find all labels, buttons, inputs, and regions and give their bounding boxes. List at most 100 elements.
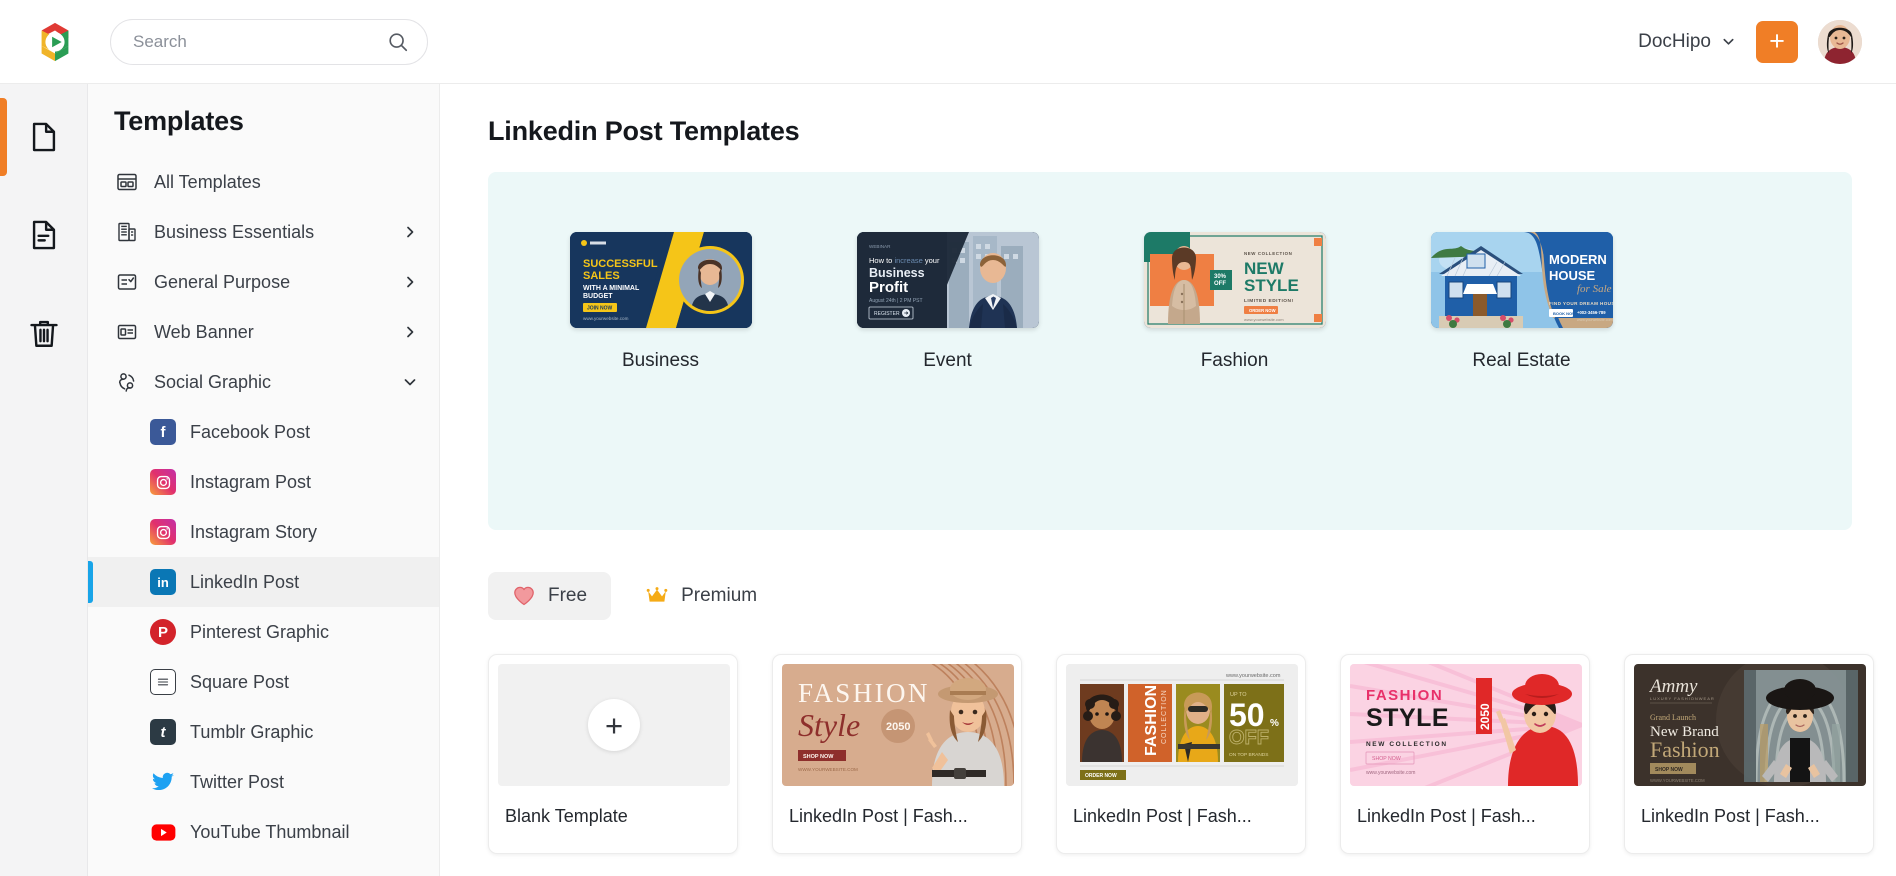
twitter-icon xyxy=(150,769,176,795)
category-thumbnail: MODERN HOUSE for Sale FIND YOUR DREAM HO… xyxy=(1430,232,1613,328)
search-box[interactable] xyxy=(110,18,428,65)
svg-text:www.yourwebsite.com: www.yourwebsite.com xyxy=(1225,673,1281,679)
svg-text:OFF: OFF xyxy=(1229,727,1269,749)
sidebar-item-label: Instagram Story xyxy=(190,521,318,542)
search-input[interactable] xyxy=(133,31,387,52)
category-card-fashion[interactable]: 30% OFF NEW COLLECTION NEW STYLE LIMITED… xyxy=(1102,232,1367,530)
create-new-button[interactable]: + xyxy=(1756,20,1798,63)
topbar-right-group: DocHipo + xyxy=(1638,19,1862,64)
icon-rail xyxy=(0,84,88,876)
svg-text:SHOP NOW: SHOP NOW xyxy=(1655,767,1683,773)
template-grid: + Blank Template FASHION Style 2050 SHOP… xyxy=(488,654,1874,854)
template-label: LinkedIn Post | Fash... xyxy=(789,806,968,826)
user-avatar[interactable] xyxy=(1818,19,1862,64)
pinterest-icon: P xyxy=(150,619,176,645)
sidebar-item-youtube-thumbnail[interactable]: YouTube Thumbnail xyxy=(88,807,439,857)
svg-text:LIMITED EDITION!: LIMITED EDITION! xyxy=(1244,298,1294,304)
sidebar-item-label: General Purpose xyxy=(154,271,291,292)
template-thumbnail: + xyxy=(498,664,730,786)
svg-text:2050: 2050 xyxy=(886,721,910,733)
svg-text:ON TOP BRANDS: ON TOP BRANDS xyxy=(1229,752,1268,758)
template-card[interactable]: Ammy LUXURY FASHIONWEAR Grand Launch New… xyxy=(1624,654,1874,854)
category-card-real-estate[interactable]: MODERN HOUSE for Sale FIND YOUR DREAM HO… xyxy=(1389,232,1654,530)
sidebar: Templates All Templates Business Essenti… xyxy=(88,84,440,876)
rail-item-my-designs[interactable] xyxy=(0,204,88,266)
sidebar-item-general-purpose[interactable]: General Purpose xyxy=(88,257,439,307)
sidebar-item-linkedin-post[interactable]: in LinkedIn Post xyxy=(88,557,439,607)
category-card-business[interactable]: SUCCESSFUL SALES WITH A MINIMAL BUDGET J… xyxy=(528,232,793,530)
facebook-icon: f xyxy=(150,419,176,445)
page-title: Linkedin Post Templates xyxy=(488,116,800,146)
banner-icon xyxy=(114,320,140,344)
sidebar-item-pinterest-graphic[interactable]: P Pinterest Graphic xyxy=(88,607,439,657)
fashion-style-2050-pink-preview: FASHION STYLE 2050 NEW COLLECTION SHOP N… xyxy=(1350,664,1582,786)
filter-tab-premium[interactable]: Premium xyxy=(621,572,781,620)
svg-text:COLLECTION: COLLECTION xyxy=(1161,689,1168,744)
avatar-image xyxy=(1818,19,1862,64)
template-card[interactable]: FASHION STYLE 2050 NEW COLLECTION SHOP N… xyxy=(1340,654,1590,854)
category-thumbnail: 30% OFF NEW COLLECTION NEW STYLE LIMITED… xyxy=(1143,232,1326,328)
heart-icon xyxy=(514,586,534,606)
svg-text:WITH A MINIMAL: WITH A MINIMAL xyxy=(583,285,640,292)
workspace-selector[interactable]: DocHipo xyxy=(1638,31,1736,53)
template-thumbnail: www.yourwebsite.com FASHION COLLECTION U… xyxy=(1066,664,1298,786)
tumblr-icon: t xyxy=(150,719,176,745)
sidebar-item-label: Facebook Post xyxy=(190,421,311,442)
body-row: Templates All Templates Business Essenti… xyxy=(0,84,1896,876)
checklist-icon xyxy=(114,270,140,294)
category-card-event[interactable]: WEBINAR How to increase your Business Pr… xyxy=(815,232,1080,530)
rail-item-trash[interactable] xyxy=(0,302,88,364)
sidebar-item-social-graphic[interactable]: Social Graphic xyxy=(88,357,439,407)
template-card-blank[interactable]: + Blank Template xyxy=(488,654,738,854)
sidebar-item-label: Pinterest Graphic xyxy=(190,621,330,642)
search-icon[interactable] xyxy=(387,31,409,53)
svg-text:www.yourwebsite.com: www.yourwebsite.com xyxy=(1366,770,1415,776)
svg-text:OFF: OFF xyxy=(1214,281,1226,287)
sidebar-item-all-templates[interactable]: All Templates xyxy=(88,157,439,207)
sidebar-item-label: Social Graphic xyxy=(154,371,272,392)
svg-text:BUDGET: BUDGET xyxy=(583,293,613,300)
sidebar-item-instagram-post[interactable]: Instagram Post xyxy=(88,457,439,507)
chevron-right-icon xyxy=(407,326,414,338)
svg-text:ORDER NOW: ORDER NOW xyxy=(1085,773,1117,779)
svg-text:SALES: SALES xyxy=(583,270,620,282)
template-thumbnail: FASHION STYLE 2050 NEW COLLECTION SHOP N… xyxy=(1350,664,1582,786)
document-blank-icon xyxy=(32,122,55,152)
sidebar-item-facebook-post[interactable]: f Facebook Post xyxy=(88,407,439,457)
svg-text:REGISTER: REGISTER xyxy=(874,311,900,317)
instagram-icon xyxy=(150,519,176,545)
template-card[interactable]: FASHION Style 2050 SHOP NOW WWW.YOURWEBS… xyxy=(772,654,1022,854)
ammy-new-brand-fashion-preview: Ammy LUXURY FASHIONWEAR Grand Launch New… xyxy=(1634,664,1866,786)
rail-item-documents[interactable] xyxy=(0,98,88,176)
svg-text:Style: Style xyxy=(798,707,860,743)
template-card[interactable]: www.yourwebsite.com FASHION COLLECTION U… xyxy=(1056,654,1306,854)
sidebar-item-square-post[interactable]: Square Post xyxy=(88,657,439,707)
logo-wrap[interactable] xyxy=(22,19,88,65)
svg-text:2050: 2050 xyxy=(1478,703,1492,730)
svg-text:WWW.YOURWEBSITE.COM: WWW.YOURWEBSITE.COM xyxy=(798,767,858,772)
sidebar-item-label: Instagram Post xyxy=(190,471,312,492)
category-label: Business xyxy=(621,350,700,371)
sidebar-item-label: All Templates xyxy=(154,171,261,192)
svg-text:FIND YOUR DREAM HOUSE: FIND YOUR DREAM HOUSE xyxy=(1549,301,1613,306)
fashion-collection-50off-preview: www.yourwebsite.com FASHION COLLECTION U… xyxy=(1066,664,1298,786)
sidebar-item-label: Business Essentials xyxy=(154,221,315,242)
svg-text:for Sale: for Sale xyxy=(1577,283,1612,295)
fashion-template-preview: 30% OFF NEW COLLECTION NEW STYLE LIMITED… xyxy=(1143,232,1326,328)
people-icon xyxy=(114,370,140,394)
category-label: Fashion xyxy=(1200,350,1269,371)
sidebar-item-twitter-post[interactable]: Twitter Post xyxy=(88,757,439,807)
svg-text:Profit: Profit xyxy=(869,279,908,296)
sidebar-item-instagram-story[interactable]: Instagram Story xyxy=(88,507,439,557)
svg-text:SHOP NOW: SHOP NOW xyxy=(803,754,834,760)
chevron-down-icon xyxy=(404,379,416,386)
sidebar-item-business-essentials[interactable]: Business Essentials xyxy=(88,207,439,257)
sidebar-item-tumblr-graphic[interactable]: t Tumblr Graphic xyxy=(88,707,439,757)
filter-tab-label: Free xyxy=(548,585,588,606)
svg-text:How to increase your: How to increase your xyxy=(869,256,940,265)
filter-tab-free[interactable]: Free xyxy=(488,572,612,620)
youtube-icon xyxy=(150,819,176,845)
sidebar-item-web-banner[interactable]: Web Banner xyxy=(88,307,439,357)
crown-icon xyxy=(646,587,668,602)
svg-text:FASHION: FASHION xyxy=(1366,687,1443,704)
